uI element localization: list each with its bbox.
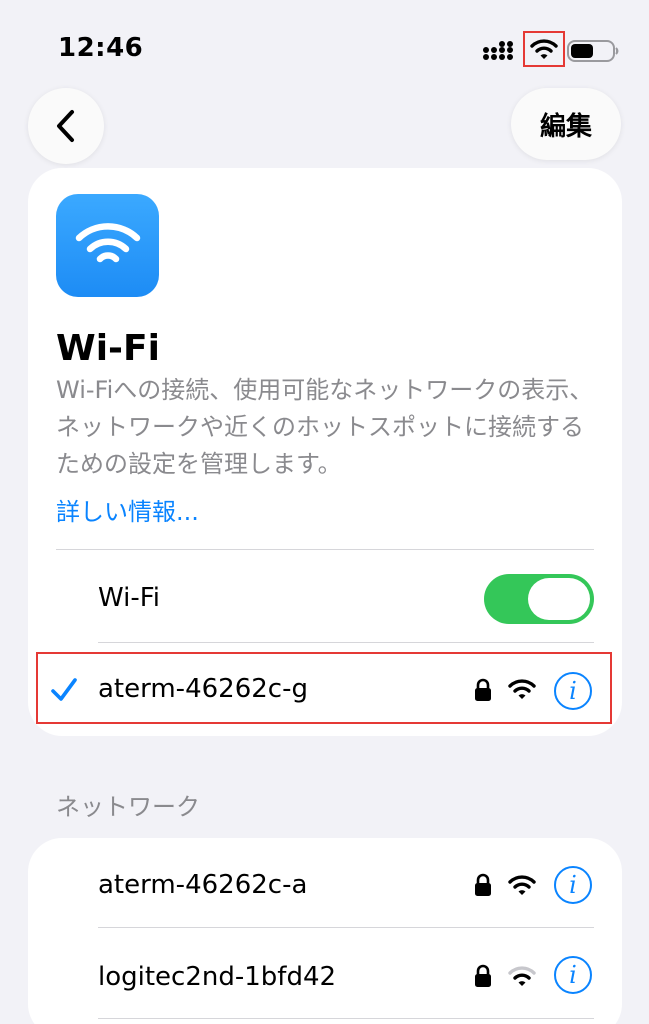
divider	[56, 549, 594, 550]
battery-icon	[567, 39, 621, 67]
network-name[interactable]: logitec2nd-1bfd42	[98, 962, 336, 992]
wifi-signal-full-icon	[508, 874, 536, 900]
info-icon[interactable]: i	[554, 866, 592, 904]
checkmark-icon	[50, 676, 78, 711]
status-bar: 12:46	[0, 0, 649, 100]
wifi-toggle[interactable]	[484, 574, 594, 624]
wifi-settings-card: Wi-Fi Wi-Fiへの接続、使用可能なネットワークの表示、ネットワークや近く…	[28, 168, 622, 736]
chevron-left-icon	[57, 110, 74, 142]
wifi-signal-medium-icon	[508, 965, 536, 991]
wifi-toggle-label: Wi-Fi	[98, 583, 161, 613]
divider	[98, 1018, 594, 1019]
divider	[98, 642, 594, 643]
learn-more-link[interactable]: 詳しい情報...	[56, 492, 199, 527]
connected-network-name: aterm-46262c-g	[98, 674, 308, 704]
lock-icon	[474, 873, 492, 901]
status-time: 12:46	[58, 33, 144, 63]
divider	[98, 927, 594, 928]
edit-button[interactable]: 編集	[511, 88, 621, 160]
page-title: Wi-Fi	[56, 328, 160, 369]
lock-icon	[474, 964, 492, 992]
wifi-app-icon	[56, 194, 159, 297]
status-wifi-icon	[523, 31, 565, 67]
networks-section-title: ネットワーク	[56, 793, 200, 821]
back-button[interactable]	[28, 88, 104, 164]
network-name[interactable]: aterm-46262c-a	[98, 870, 307, 900]
page-description: Wi-Fiへの接続、使用可能なネットワークの表示、ネットワークや近くのホットスポ…	[56, 376, 594, 478]
info-icon[interactable]: i	[554, 672, 592, 710]
networks-list-card: aterm-46262c-a i logitec2nd-1bfd42 i	[28, 838, 622, 1024]
info-icon[interactable]: i	[554, 956, 592, 994]
wifi-signal-icon	[508, 678, 536, 704]
lock-icon	[474, 678, 492, 706]
cellular-signal-icon	[483, 41, 519, 65]
